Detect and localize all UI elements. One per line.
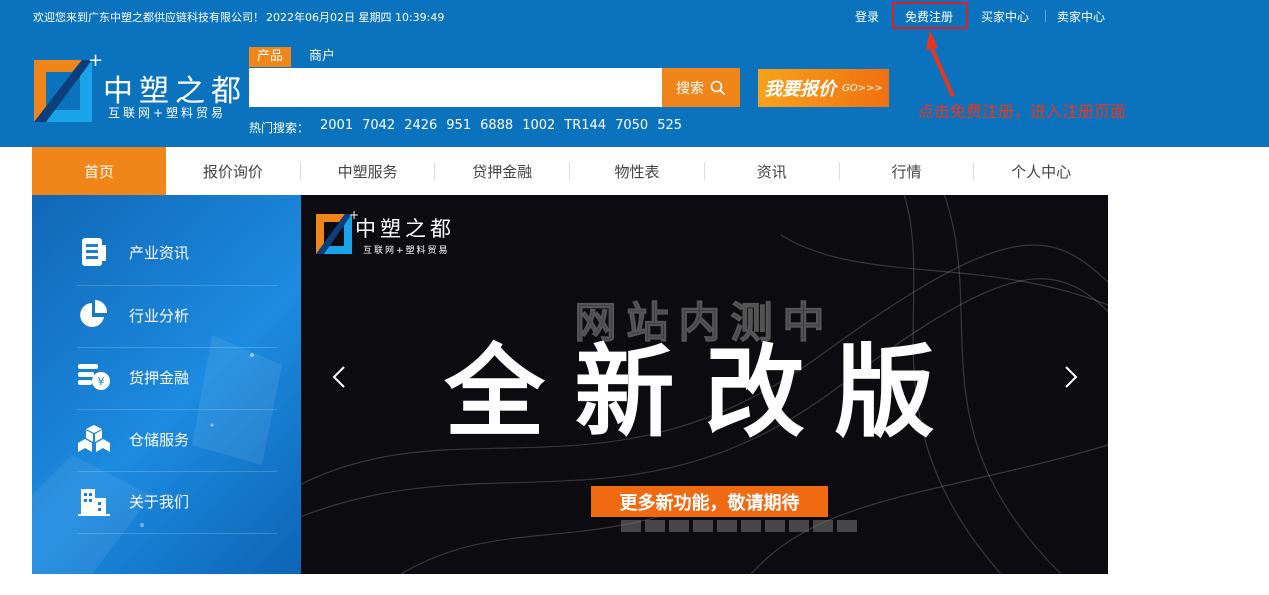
hot-search-item[interactable]: 7050 — [615, 118, 648, 133]
quote-button-label: 我要报价 — [764, 79, 836, 100]
banner-reflection-icon — [621, 520, 857, 532]
boxes-icon — [77, 422, 111, 456]
hot-search-item[interactable]: 2001 — [320, 118, 353, 133]
document-icon — [77, 235, 111, 269]
nav-item-personal-center[interactable]: 个人中心 — [974, 147, 1108, 195]
hot-search-item[interactable]: TR144 — [564, 118, 606, 133]
register-link[interactable]: 免费注册 — [905, 8, 953, 25]
finance-icon: ¥ — [77, 360, 111, 394]
nav-item-news[interactable]: 资讯 — [705, 147, 839, 195]
quote-go-label: GO>>> — [842, 82, 883, 94]
search-tab-merchant[interactable]: 商户 — [309, 47, 335, 67]
sidebar-item-label: 仓储服务 — [129, 430, 190, 449]
search-button-label: 搜索 — [676, 80, 704, 97]
hot-search-item[interactable]: 1002 — [522, 118, 555, 133]
annotation-text: 点击免费注册，进入注册页面 — [918, 102, 1127, 121]
quote-button[interactable]: 我要报价 GO>>> — [758, 69, 889, 107]
sidebar-item-finance[interactable]: ¥ 货押金融 — [32, 346, 301, 408]
banner-headline-big: 全新改版 — [444, 334, 965, 451]
banner-cta-label: 更多新功能，敬请期待 — [591, 486, 828, 517]
sidebar-item-analysis[interactable]: 行业分析 — [32, 284, 301, 346]
buyer-center-link[interactable]: 买家中心 — [981, 8, 1029, 25]
building-icon — [77, 484, 111, 518]
sidebar-item-industry-news[interactable]: 产业资讯 — [32, 221, 301, 283]
hot-search-item[interactable]: 7042 — [362, 118, 395, 133]
seller-center-link[interactable]: 卖家中心 — [1057, 8, 1105, 25]
hot-search-list: 2001 7042 2426 951 6888 1002 TR144 7050 … — [320, 118, 682, 133]
carousel-next-icon[interactable] — [1056, 360, 1086, 394]
hot-search-item[interactable]: 2426 — [404, 118, 437, 133]
nav-item-finance[interactable]: 贷押金融 — [435, 147, 569, 195]
banner-logo-tagline: 互联网+塑料贸易 — [363, 246, 450, 256]
search-icon — [710, 80, 726, 95]
nav-item-home[interactable]: 首页 — [32, 147, 166, 195]
nav-item-properties[interactable]: 物性表 — [570, 147, 704, 195]
svg-text:¥: ¥ — [98, 375, 105, 388]
hot-search-item[interactable]: 525 — [657, 118, 682, 133]
pie-chart-icon — [77, 298, 111, 332]
hot-search-item[interactable]: 6888 — [480, 118, 513, 133]
hot-search-item[interactable]: 951 — [446, 118, 471, 133]
main-nav: 首页 报价询价 中塑服务 贷押金融 物性表 资讯 行情 个人中心 — [32, 147, 1108, 195]
search-tab-product[interactable]: 产品 — [249, 47, 291, 67]
svg-text:+: + — [88, 52, 103, 71]
welcome-text: 欢迎您来到广东中塑之都供应链科技有限公司！ — [33, 11, 264, 24]
hero-banner[interactable]: + 中塑之都 互联网+塑料贸易 网站内测中 全新改版 更多新功能，敬请期待 — [301, 195, 1108, 574]
nav-item-market[interactable]: 行情 — [840, 147, 974, 195]
sidebar-item-label: 行业分析 — [129, 306, 190, 325]
logo-tagline: 互联网+塑料贸易 — [108, 106, 227, 120]
sidebar-item-label: 产业资讯 — [129, 243, 190, 262]
sidebar-item-label: 货押金融 — [129, 368, 190, 387]
carousel-prev-icon[interactable] — [324, 360, 354, 394]
sidebar: 产业资讯 行业分析 ¥ 货押金融 仓储服务 关于我们 — [32, 195, 301, 574]
search-input[interactable] — [249, 68, 662, 107]
search-button[interactable]: 搜索 — [662, 68, 740, 107]
login-link[interactable]: 登录 — [855, 8, 879, 25]
divider — [77, 533, 277, 534]
banner-logo-name: 中塑之都 — [355, 217, 455, 241]
annotation-arrow-icon — [926, 30, 955, 97]
nav-item-services[interactable]: 中塑服务 — [301, 147, 435, 195]
sidebar-item-label: 关于我们 — [129, 492, 190, 511]
divider — [1045, 10, 1046, 22]
nav-item-quote[interactable]: 报价询价 — [166, 147, 300, 195]
sidebar-item-storage[interactable]: 仓储服务 — [32, 408, 301, 470]
sidebar-item-about[interactable]: 关于我们 — [32, 470, 301, 532]
hot-search-label: 热门搜索： — [249, 121, 310, 135]
datetime-text: 2022年06月02日 星期四 10:39:49 — [266, 11, 445, 24]
